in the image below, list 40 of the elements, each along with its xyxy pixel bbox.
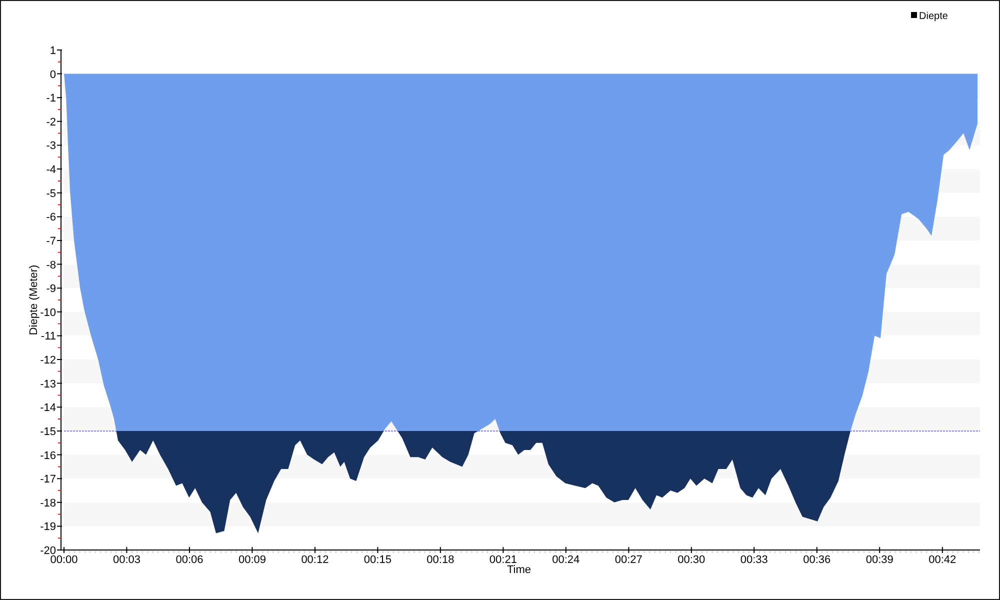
x-tick-label: 00:24 <box>552 554 580 566</box>
y-tick-label: -15 <box>40 426 56 438</box>
x-tick-label: 00:36 <box>803 554 831 566</box>
x-tick-label: 00:21 <box>489 554 517 566</box>
y-tick-label: -4 <box>46 164 56 176</box>
legend-swatch-icon <box>911 12 917 18</box>
y-tick-label: -10 <box>40 306 56 319</box>
y-tick-label: 1 <box>50 45 56 57</box>
x-tick-label: 00:18 <box>426 554 454 566</box>
y-tick-label: -5 <box>46 188 56 200</box>
x-tick-label: 00:09 <box>238 554 266 566</box>
x-tick-label: 00:33 <box>740 554 768 566</box>
y-tick-label: -2 <box>46 116 56 128</box>
y-tick-label: 0 <box>50 68 56 81</box>
legend-label: Diepte <box>919 11 948 22</box>
y-tick-label: -17 <box>40 474 56 486</box>
x-tick-label: 00:03 <box>112 554 140 566</box>
x-tick-label: 00:30 <box>678 554 706 566</box>
y-tick-label: -1 <box>46 92 56 105</box>
x-tick-label: 00:27 <box>614 554 642 566</box>
y-tick-label: -6 <box>46 212 56 224</box>
x-tick-label: 00:42 <box>928 554 956 566</box>
y-tick-label: -16 <box>40 450 56 462</box>
y-tick-label: -9 <box>46 283 56 296</box>
y-tick-label: -11 <box>40 330 56 343</box>
y-tick-label: -14 <box>40 402 56 414</box>
y-tick-label: -13 <box>40 378 56 390</box>
x-axis-title: Time <box>506 564 532 576</box>
y-tick-label: -19 <box>40 521 56 534</box>
y-tick-label: -18 <box>40 497 56 510</box>
y-tick-label: -8 <box>46 259 56 272</box>
x-tick-label: 00:12 <box>301 554 329 566</box>
x-tick-label: 00:15 <box>364 554 392 566</box>
y-tick-label: -3 <box>46 140 56 152</box>
y-axis-title: Diepte (Meter) <box>28 264 40 336</box>
y-tick-label: -7 <box>46 235 56 248</box>
x-tick-label: 00:06 <box>176 554 204 566</box>
y-tick-label: -12 <box>40 354 56 367</box>
x-tick-label: 00:00 <box>50 554 78 566</box>
x-tick-label: 00:39 <box>866 554 894 566</box>
